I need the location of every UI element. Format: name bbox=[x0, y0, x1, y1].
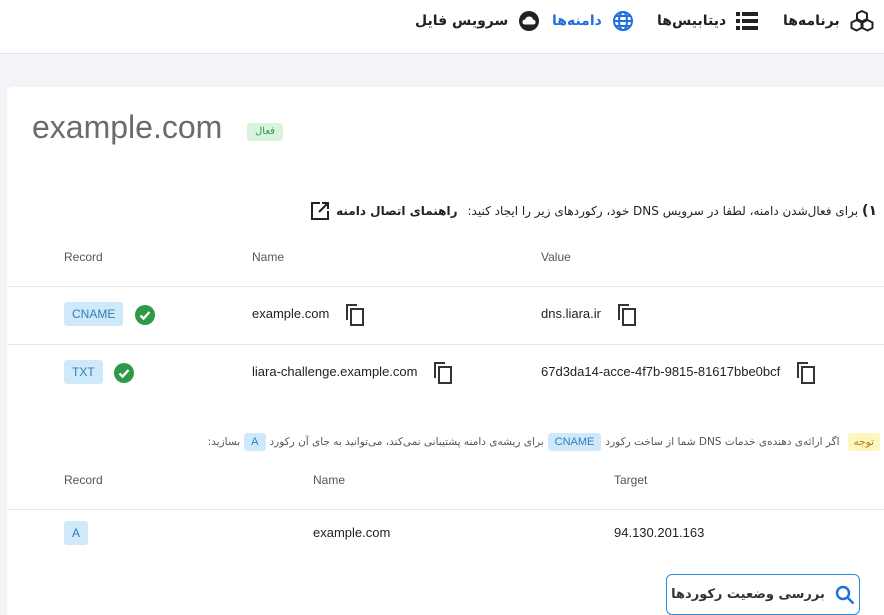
connection-guide-link[interactable]: راهنمای اتصال دامنه bbox=[310, 201, 458, 221]
column-header-record: Record bbox=[64, 250, 103, 264]
row-divider bbox=[7, 286, 884, 287]
globe-icon bbox=[612, 11, 633, 31]
check-records-label: بررسی وضعیت رکوردها bbox=[671, 587, 825, 602]
top-navigation: برنامه‌ها دیتابیس‌ها دامنه‌ها bbox=[0, 0, 884, 54]
copy-icon[interactable] bbox=[343, 303, 365, 327]
column-header-record: Record bbox=[64, 473, 103, 487]
note-tag: توجه bbox=[847, 433, 880, 451]
database-icon bbox=[736, 12, 759, 30]
record-name: example.com bbox=[252, 306, 330, 321]
domain-title: example.com bbox=[32, 109, 223, 145]
nav-item-label: دیتابیس‌ها bbox=[657, 13, 727, 29]
row-divider bbox=[7, 509, 884, 510]
nav-item-domains[interactable]: دامنه‌ها bbox=[552, 0, 634, 42]
copy-icon[interactable] bbox=[794, 361, 816, 385]
check-circle-icon bbox=[135, 305, 155, 325]
domain-card: example.com فعال ۱) برای فعال‌شدن دامنه،… bbox=[7, 87, 884, 615]
note-text: اگر ارائه‌ی دهنده‌ی خدمات DNS شما از ساخ… bbox=[605, 436, 840, 448]
column-header-target: Target bbox=[614, 473, 648, 487]
record-target: 94.130.201.163 bbox=[614, 525, 705, 540]
status-badge: فعال bbox=[247, 123, 283, 141]
guide-link-label: راهنمای اتصال دامنه bbox=[336, 204, 458, 218]
record-value: 67d3da14-acce-4f7b-9815-81617bbe0bcf bbox=[541, 364, 781, 379]
record-name: liara-challenge.example.com bbox=[252, 364, 418, 379]
check-records-button[interactable]: بررسی وضعیت رکوردها bbox=[666, 574, 860, 615]
copy-icon[interactable] bbox=[615, 303, 637, 327]
external-link-icon bbox=[311, 202, 330, 220]
nav-item-file-service[interactable]: سرویس فایل bbox=[415, 0, 540, 42]
nav-item-databases[interactable]: دیتابیس‌ها bbox=[657, 0, 759, 42]
note-text: برای ریشه‌ی دامنه پشتیبانی نمی‌کند، می‌ت… bbox=[269, 436, 544, 448]
dns-instruction: ۱) برای فعال‌شدن دامنه، لطفا در سرویس DN… bbox=[310, 201, 877, 221]
record-chip-cname: CNAME bbox=[547, 433, 602, 451]
nav-item-apps[interactable]: برنامه‌ها bbox=[783, 0, 874, 42]
record-type-badge: A bbox=[64, 521, 89, 545]
record-value: dns.liara.ir bbox=[541, 306, 601, 321]
nav-item-label: برنامه‌ها bbox=[783, 13, 840, 29]
record-name: example.com bbox=[313, 525, 391, 540]
row-divider bbox=[7, 344, 884, 345]
column-header-name: Name bbox=[313, 473, 346, 487]
nav-item-label: دامنه‌ها bbox=[552, 13, 602, 29]
cubes-icon bbox=[850, 10, 874, 32]
step-number: ۱) bbox=[862, 203, 877, 219]
record-chip-a: A bbox=[244, 433, 266, 451]
column-header-value: Value bbox=[541, 250, 571, 264]
check-circle-icon bbox=[114, 363, 134, 383]
record-type-badge: CNAME bbox=[64, 302, 124, 326]
instruction-text: برای فعال‌شدن دامنه، لطفا در سرویس DNS خ… bbox=[467, 204, 859, 218]
note-text: بسازید: bbox=[207, 436, 241, 448]
root-record-note: توجه اگر ارائه‌ی دهنده‌ی خدمات DNS شما ا… bbox=[208, 433, 880, 451]
nav-item-label: سرویس فایل bbox=[415, 13, 509, 29]
search-icon bbox=[835, 585, 855, 604]
column-header-name: Name bbox=[252, 250, 285, 264]
record-type-badge: TXT bbox=[64, 360, 103, 384]
copy-icon[interactable] bbox=[431, 361, 453, 385]
cloud-icon bbox=[519, 11, 540, 31]
